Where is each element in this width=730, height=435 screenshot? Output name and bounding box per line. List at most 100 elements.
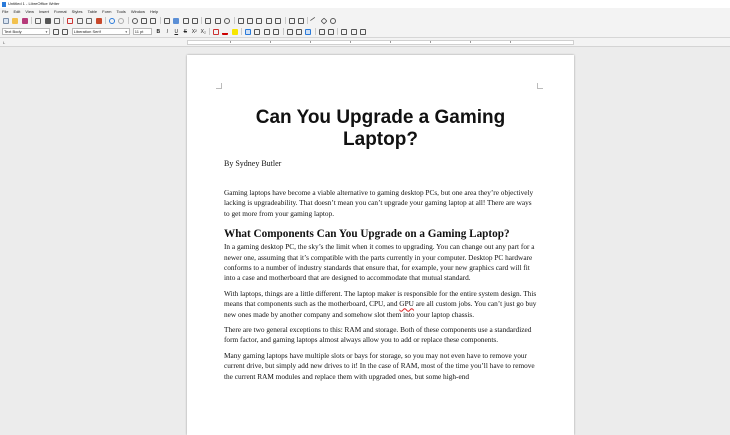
justify-icon[interactable] [273, 28, 280, 35]
page-break-icon[interactable] [205, 17, 212, 24]
footnote-icon[interactable] [246, 17, 253, 24]
strikethrough-button[interactable]: S [182, 29, 189, 35]
separator [284, 17, 286, 24]
font-size-value: 11 pt [134, 29, 144, 34]
libreoffice-writer-icon [2, 1, 6, 7]
export-pdf-icon[interactable] [35, 17, 42, 24]
ruler-tick [230, 41, 231, 43]
font-name-value: Liberation Serif [73, 29, 101, 34]
endnote-icon[interactable] [256, 17, 263, 24]
standard-toolbar [0, 15, 730, 26]
comment-icon[interactable] [288, 17, 295, 24]
cut-icon[interactable] [67, 17, 74, 24]
outline-icon[interactable] [305, 28, 312, 35]
window-title: Untitled 1 - LibreOffice Writer [8, 1, 60, 6]
subscript-button[interactable]: X₂ [200, 29, 207, 35]
document-body[interactable]: Can You Upgrade a Gaming Laptop? By Sydn… [224, 107, 537, 387]
align-left-icon[interactable] [244, 28, 251, 35]
formatting-toolbar: Text Body ▼ Liberation Serif ▼ 11 pt B I… [0, 26, 730, 38]
ruler-tick [430, 41, 431, 43]
menu-help[interactable]: Help [150, 8, 158, 15]
update-style-icon[interactable] [53, 28, 59, 35]
paragraph-dialog-icon[interactable] [360, 28, 367, 35]
basic-shapes-icon[interactable] [320, 17, 328, 24]
insert-line-icon[interactable] [310, 16, 319, 25]
separator [63, 17, 65, 24]
increase-indent-icon[interactable] [318, 28, 325, 35]
separator [104, 17, 106, 24]
underline-button[interactable]: U [173, 29, 180, 35]
font-size-select[interactable]: 11 pt [132, 28, 152, 35]
separator [31, 17, 33, 24]
menu-view[interactable]: View [25, 8, 34, 15]
track-changes-icon[interactable] [297, 17, 304, 24]
cross-reference-icon[interactable] [275, 17, 282, 24]
copy-icon[interactable] [76, 17, 83, 24]
formatting-marks-icon[interactable] [150, 17, 157, 24]
paragraph-spacing-icon[interactable] [350, 28, 357, 35]
print-preview-icon[interactable] [53, 17, 60, 24]
menu-file[interactable]: File [2, 8, 8, 15]
draw-functions-icon[interactable] [330, 17, 337, 24]
menu-edit[interactable]: Edit [13, 8, 20, 15]
separator [337, 28, 339, 35]
menu-insert[interactable]: Insert [39, 8, 49, 15]
separator [307, 17, 309, 24]
bookmark-icon[interactable] [265, 17, 272, 24]
clear-formatting-icon[interactable] [212, 28, 219, 35]
numbered-list-icon[interactable] [295, 28, 302, 35]
font-color-icon[interactable] [222, 29, 229, 35]
bold-button[interactable]: B [155, 29, 162, 35]
paste-icon[interactable] [86, 17, 93, 24]
ruler-tick [470, 41, 471, 43]
align-right-icon[interactable] [263, 28, 270, 35]
menu-styles[interactable]: Styles [72, 8, 83, 15]
insert-table-icon[interactable] [163, 17, 170, 24]
new-document-icon[interactable] [3, 17, 9, 24]
bullet-list-icon[interactable] [286, 28, 293, 35]
menu-form[interactable]: Form [102, 8, 111, 15]
hyperlink-icon[interactable] [237, 17, 244, 24]
title-bar: Untitled 1 - LibreOffice Writer [0, 0, 730, 8]
spelling-icon[interactable] [141, 17, 148, 24]
insert-image-icon[interactable] [173, 17, 180, 24]
separator [208, 28, 210, 35]
font-name-select[interactable]: Liberation Serif ▼ [71, 28, 130, 35]
menu-table[interactable]: Table [88, 8, 98, 15]
paragraph-style-select[interactable]: Text Body ▼ [2, 28, 50, 35]
insert-textbox-icon[interactable] [192, 17, 199, 24]
horizontal-ruler[interactable]: L [0, 38, 730, 47]
document-canvas[interactable]: Can You Upgrade a Gaming Laptop? By Sydn… [0, 47, 730, 435]
separator [127, 17, 129, 24]
redo-icon[interactable] [118, 17, 125, 24]
menu-tools[interactable]: Tools [116, 8, 125, 15]
ruler-tick [350, 41, 351, 43]
superscript-button[interactable]: X² [191, 29, 198, 35]
undo-icon[interactable] [108, 17, 115, 24]
insert-field-icon[interactable] [214, 17, 221, 24]
open-folder-icon[interactable] [12, 17, 19, 24]
line-spacing-icon[interactable] [341, 28, 348, 35]
byline: By Sydney Butler [224, 159, 282, 168]
section-heading: What Components Can You Upgrade on a Gam… [224, 228, 510, 241]
document-page[interactable]: Can You Upgrade a Gaming Laptop? By Sydn… [187, 55, 574, 435]
menu-window[interactable]: Window [131, 8, 145, 15]
highlight-icon[interactable] [231, 28, 238, 35]
italic-button[interactable]: I [164, 29, 171, 35]
separator [201, 17, 203, 24]
save-icon[interactable] [21, 17, 28, 24]
menu-format[interactable]: Format [54, 8, 67, 15]
separator [314, 28, 316, 35]
print-icon[interactable] [44, 17, 51, 24]
new-style-icon[interactable] [62, 28, 69, 35]
body-paragraph: With laptops, things are a little differ… [224, 289, 537, 320]
spellcheck-flagged-word[interactable]: GPU [399, 299, 414, 308]
separator [240, 28, 242, 35]
decrease-indent-icon[interactable] [328, 28, 335, 35]
align-center-icon[interactable] [254, 28, 261, 35]
tab-stop-icon[interactable]: L [3, 40, 5, 45]
find-replace-icon[interactable] [131, 17, 138, 24]
special-character-icon[interactable] [224, 17, 231, 24]
clone-formatting-icon[interactable] [95, 17, 102, 24]
insert-chart-icon[interactable] [182, 17, 189, 24]
